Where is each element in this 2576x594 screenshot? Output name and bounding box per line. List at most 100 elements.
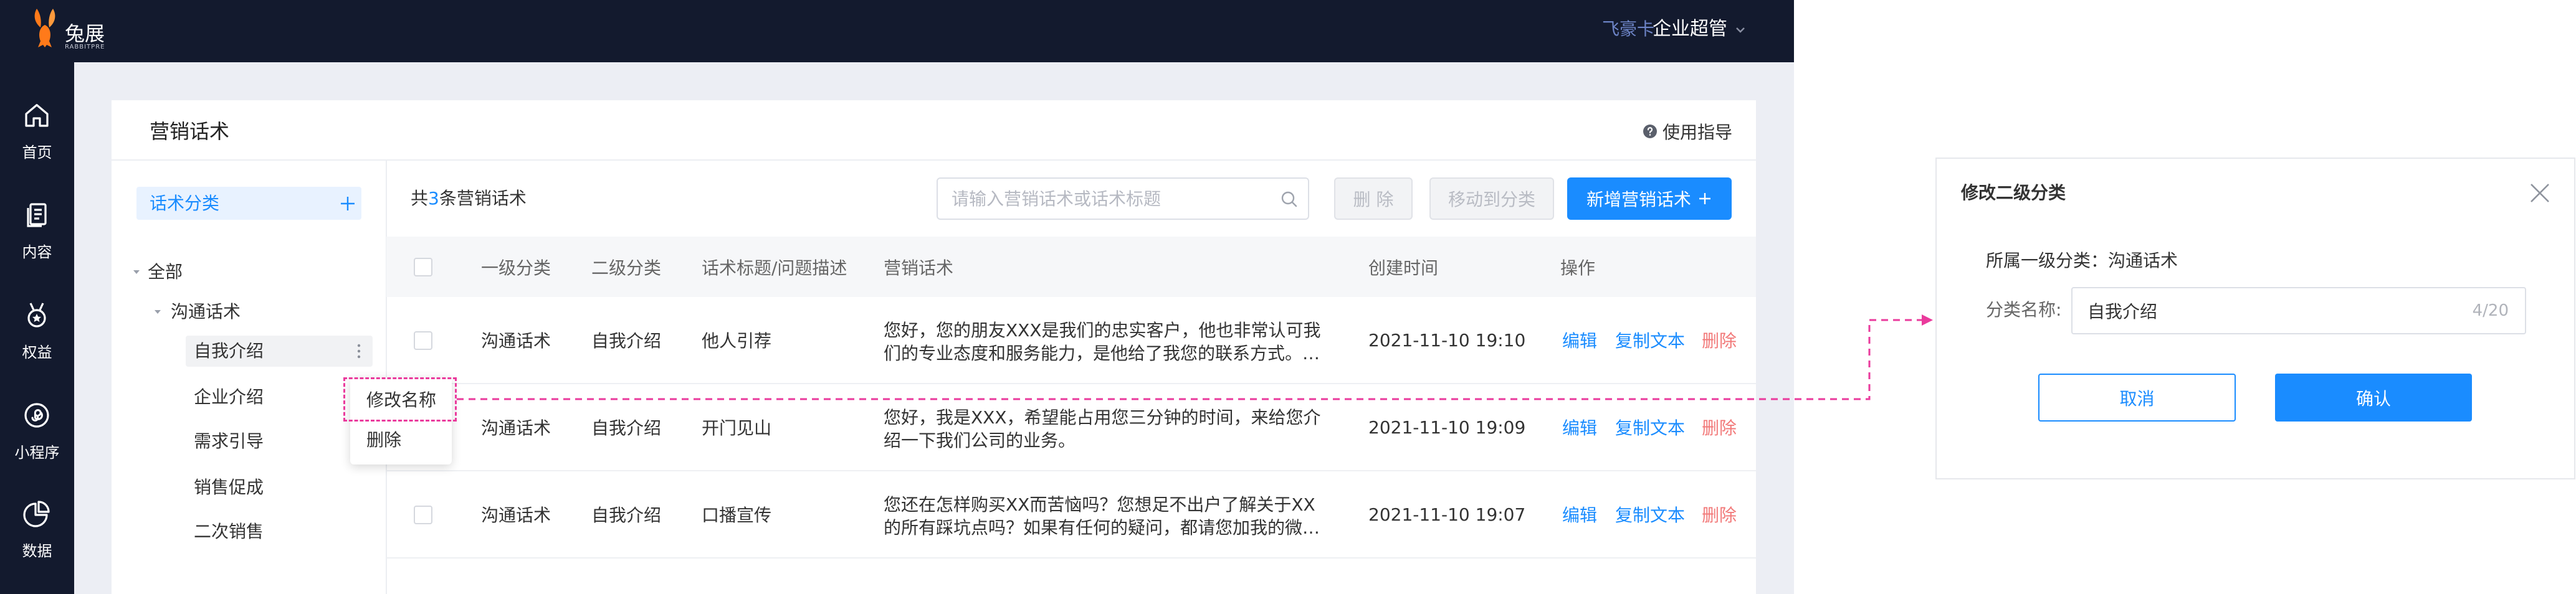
- brand-subtitle: RABBITPRE: [65, 44, 105, 50]
- sidebar-item-label: 内容: [22, 243, 52, 261]
- tree-leaf-needs-guide[interactable]: 需求引导: [194, 431, 264, 452]
- move-to-category-button[interactable]: 移动到分类: [1429, 177, 1554, 220]
- add-script-label: 新增营销话术: [1586, 189, 1691, 210]
- row-checkbox[interactable]: [414, 331, 432, 350]
- cell-content: 您好，您的朋友XXX是我们的忠实客户，他也非常认可我们的专业态度和服务能力，是他…: [884, 320, 1321, 364]
- select-all-checkbox[interactable]: [414, 258, 432, 276]
- copy-text-link[interactable]: 复制文本: [1615, 384, 1685, 470]
- record-count: 共3条营销话术: [411, 188, 527, 209]
- sidebar-item-label: 小程序: [14, 444, 60, 461]
- category-title: 话术分类: [150, 193, 220, 214]
- rabbit-logo[interactable]: [28, 6, 62, 50]
- char-counter: 4/20: [2472, 301, 2509, 320]
- column-header: 一级分类: [481, 257, 551, 278]
- cell-content: 您好，我是XXX，希望能占用您三分钟的时间，来给您介绍一下我们公司的业务。: [884, 407, 1321, 451]
- column-header: 二级分类: [591, 257, 662, 278]
- edit-link[interactable]: 编辑: [1562, 384, 1597, 470]
- cell-level1: 沟通话术: [481, 331, 551, 351]
- table-row: 沟通话术 自我介绍 口播宣传 您还在怎样购买XX而苦恼吗？您想足不出户了解关于X…: [386, 471, 1756, 559]
- sidebar-item-benefits[interactable]: 权益: [0, 300, 74, 365]
- cancel-button[interactable]: 取消: [2038, 374, 2236, 422]
- search-input[interactable]: [938, 179, 1274, 219]
- page-title: 营销话术: [150, 120, 230, 143]
- category-header: 话术分类: [136, 187, 361, 220]
- category-name-field: 4/20: [2071, 287, 2526, 334]
- column-header: 营销话术: [884, 257, 954, 278]
- delete-menu-item[interactable]: 删除: [350, 422, 452, 459]
- home-icon: [25, 104, 49, 127]
- edit-link[interactable]: 编辑: [1562, 297, 1597, 383]
- copy-text-link[interactable]: 复制文本: [1615, 297, 1685, 383]
- tree-node-all[interactable]: 全部: [129, 262, 366, 283]
- tree-leaf-self-intro[interactable]: 自我介绍: [194, 341, 264, 362]
- confirm-button[interactable]: 确认: [2275, 374, 2472, 422]
- question-circle-icon: [1643, 125, 1657, 138]
- user-menu[interactable]: 企业超管: [1653, 18, 1727, 40]
- sidebar-item-home[interactable]: 首页: [0, 100, 74, 165]
- parent-category-label: 所属一级分类：: [1986, 250, 2109, 271]
- tree-node-group[interactable]: 沟通话术: [150, 301, 368, 323]
- scripts-table: 一级分类 二级分类 话术标题/问题描述 营销话术 创建时间 操作 沟通话术 自我…: [386, 237, 1756, 594]
- sidebar-item-label: 首页: [22, 144, 52, 161]
- record-count-number: 3: [428, 188, 439, 209]
- cell-level2: 自我介绍: [591, 418, 662, 438]
- close-icon[interactable]: [2529, 182, 2551, 204]
- plus-icon: [1699, 193, 1710, 204]
- cell-created: 2021-11-10 19:10: [1368, 329, 1526, 351]
- cell-level2: 自我介绍: [591, 505, 662, 526]
- caret-down-icon: [155, 310, 161, 314]
- delete-link[interactable]: 删除: [1702, 384, 1737, 470]
- table-row: 沟通话术 自我介绍 他人引荐 您好，您的朋友XXX是我们的忠实客户，他也非常认可…: [386, 297, 1756, 384]
- record-count-suffix: 条营销话术: [439, 188, 527, 209]
- parent-category: 所属一级分类：沟通话术: [1986, 250, 2178, 271]
- add-script-button[interactable]: 新增营销话术: [1567, 177, 1732, 220]
- mini-program-icon: [24, 403, 49, 428]
- sidebar-item-content[interactable]: 内容: [0, 200, 74, 265]
- cell-title: 口播宣传: [702, 505, 772, 526]
- sidebar: 首页 内容 权益 小程序 数据: [0, 62, 74, 594]
- dialog-title: 修改二级分类: [1961, 182, 2066, 203]
- sidebar-item-label: 数据: [22, 542, 52, 560]
- category-name-label: 分类名称:: [1986, 299, 2062, 320]
- sidebar-item-mini-program[interactable]: 小程序: [0, 400, 74, 465]
- brand-name: 兔展: [65, 22, 105, 45]
- table-row: 沟通话术 自我介绍 开门见山 您好，我是XXX，希望能占用您三分钟的时间，来给您…: [386, 384, 1756, 471]
- help-label: 使用指导: [1662, 122, 1733, 143]
- copy-text-link[interactable]: 复制文本: [1615, 471, 1685, 557]
- account-tag: 飞豪卡: [1602, 19, 1655, 39]
- pie-chart-icon: [23, 501, 50, 527]
- top-bar: 兔展 RABBITPRE 飞豪卡 企业超管: [0, 0, 1794, 62]
- plus-icon[interactable]: [339, 195, 356, 212]
- chevron-down-icon[interactable]: [1734, 24, 1747, 36]
- batch-delete-button[interactable]: 删 除: [1334, 177, 1413, 220]
- rename-menu-item[interactable]: 修改名称: [350, 382, 452, 419]
- cell-title: 开门见山: [702, 418, 772, 438]
- category-name-input[interactable]: [2073, 288, 2446, 333]
- delete-link[interactable]: 删除: [1702, 297, 1737, 383]
- help-link[interactable]: 使用指导: [1643, 121, 1733, 143]
- column-header: 话术标题/问题描述: [702, 257, 847, 278]
- tree-node-label: 沟通话术: [171, 301, 241, 322]
- cell-content: 您还在怎样购买XX而苦恼吗？您想足不出户了解关于XX的所有踩坑点吗？如果有任何的…: [884, 494, 1320, 538]
- search-icon[interactable]: [1279, 189, 1299, 209]
- cell-level1: 沟通话术: [481, 505, 551, 526]
- record-count-prefix: 共: [411, 188, 429, 209]
- edit-link[interactable]: 编辑: [1562, 471, 1597, 557]
- medal-icon: [27, 303, 46, 328]
- column-header: 操作: [1560, 257, 1596, 278]
- sidebar-item-label: 权益: [22, 344, 52, 361]
- divider: [112, 159, 1756, 161]
- cell-level1: 沟通话术: [481, 418, 551, 438]
- tree-leaf-company-intro[interactable]: 企业介绍: [194, 387, 264, 408]
- cell-created: 2021-11-10 19:07: [1368, 504, 1526, 525]
- sidebar-item-data[interactable]: 数据: [0, 499, 74, 563]
- tree-leaf-sales-close[interactable]: 销售促成: [194, 477, 264, 498]
- delete-link[interactable]: 删除: [1702, 471, 1737, 557]
- search-box: [937, 177, 1309, 220]
- row-checkbox[interactable]: [414, 506, 432, 524]
- tree-leaf-repeat-sales[interactable]: 二次销售: [194, 521, 264, 542]
- content-card: 营销话术 使用指导 话术分类 全部 沟通话术 自我介绍 企业介绍 需求引导 销售…: [112, 100, 1756, 594]
- category-context-menu: 修改名称 删除: [350, 377, 452, 464]
- more-vertical-icon[interactable]: [356, 343, 362, 359]
- column-header: 创建时间: [1368, 257, 1439, 278]
